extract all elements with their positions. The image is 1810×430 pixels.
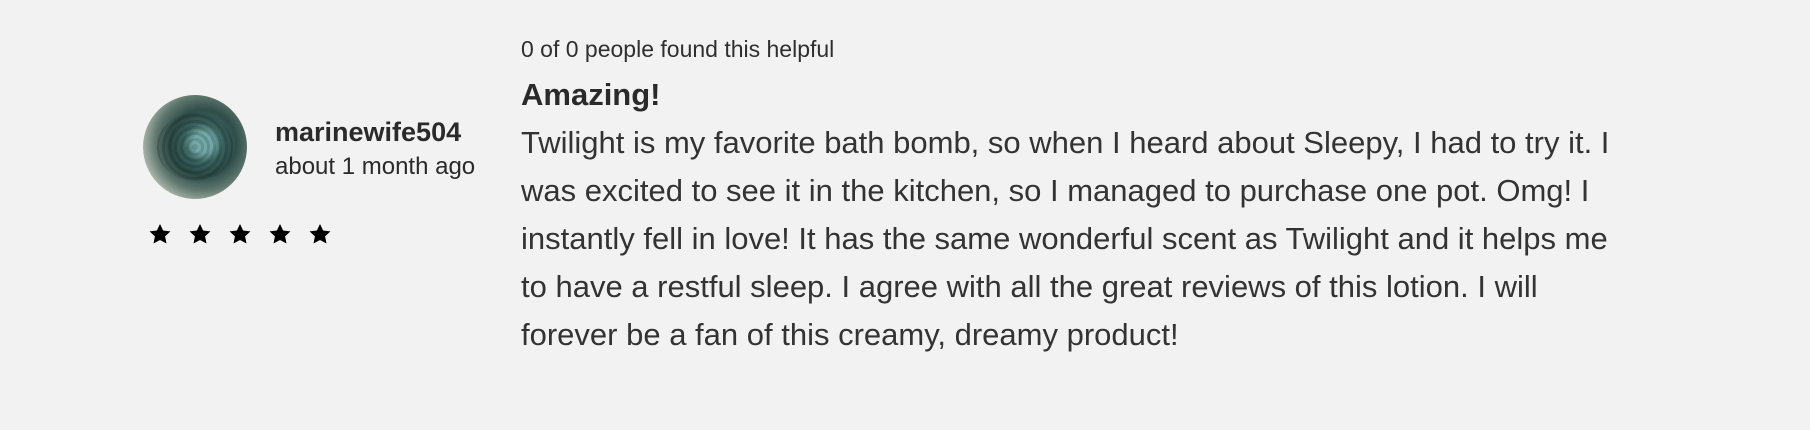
star-icon [189, 223, 211, 244]
helpful-count: 0 of 0 people found this helpful [521, 36, 835, 62]
review-content: 0 of 0 people found this helpful Amazing… [521, 36, 1641, 359]
star-icon [269, 223, 291, 244]
review-date: about 1 month ago [275, 153, 476, 180]
star-rating [147, 222, 333, 248]
avatar [143, 95, 247, 199]
review-body: Twilight is my favorite bath bomb, so wh… [521, 125, 1610, 352]
star-icon [149, 223, 171, 244]
star-icon [229, 223, 251, 244]
author-name: marinewife504 [275, 117, 462, 147]
star-icon [309, 223, 331, 244]
review-card: marinewife504 about 1 month ago 0 of 0 p… [0, 0, 1810, 430]
review-title: Amazing! [521, 77, 661, 112]
